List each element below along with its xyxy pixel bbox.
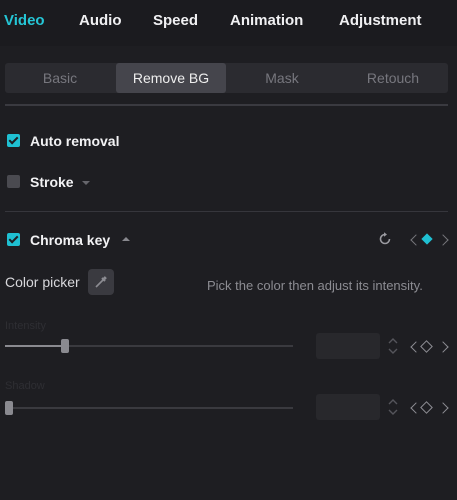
shadow-stepper[interactable] [387, 394, 399, 420]
chroma-key-collapse-icon[interactable] [122, 237, 130, 241]
shadow-slider[interactable] [5, 401, 293, 415]
intensity-keyframe-icon[interactable] [420, 340, 433, 353]
eyedropper-icon [95, 276, 107, 288]
tab-animation[interactable]: Animation [230, 12, 303, 29]
stroke-checkbox[interactable] [7, 175, 20, 188]
section-divider [5, 104, 448, 106]
auto-removal-checkbox[interactable] [7, 134, 20, 147]
color-picker-button[interactable] [88, 269, 114, 295]
color-picker-label: Color picker [5, 274, 80, 290]
tab-audio[interactable]: Audio [79, 12, 122, 29]
top-tab-bar: Video Audio Speed Animation Adjustment [0, 0, 457, 46]
shadow-slider-thumb[interactable] [5, 401, 13, 415]
shadow-value-input[interactable] [316, 394, 380, 420]
subtab-basic[interactable]: Basic [5, 63, 115, 93]
keyframe-diamond-icon[interactable] [421, 233, 433, 245]
chroma-key-label: Chroma key [30, 232, 111, 248]
reset-icon[interactable] [377, 231, 393, 247]
subtab-retouch[interactable]: Retouch [338, 63, 448, 93]
chroma-key-checkbox[interactable] [7, 233, 20, 246]
intensity-next-keyframe-icon[interactable] [437, 341, 449, 353]
intensity-label: Intensity [5, 320, 46, 332]
tab-video[interactable]: Video [4, 12, 45, 29]
intensity-slider-fill [5, 345, 65, 347]
shadow-label: Shadow [5, 380, 45, 392]
stroke-expand-icon[interactable] [82, 181, 90, 185]
tab-speed[interactable]: Speed [153, 12, 198, 29]
subtab-mask[interactable]: Mask [227, 63, 337, 93]
shadow-next-keyframe-icon[interactable] [437, 402, 449, 414]
section-divider [5, 211, 448, 212]
intensity-slider[interactable] [5, 339, 293, 353]
sub-tab-bar: Basic Remove BG Mask Retouch [5, 63, 448, 93]
stroke-label: Stroke [30, 174, 74, 190]
shadow-keyframe-icon[interactable] [420, 401, 433, 414]
next-keyframe-icon[interactable] [437, 234, 449, 246]
subtab-remove-bg[interactable]: Remove BG [116, 63, 226, 93]
prev-keyframe-icon[interactable] [410, 234, 422, 246]
auto-removal-label: Auto removal [30, 133, 120, 149]
intensity-value-input[interactable] [316, 333, 380, 359]
tab-adjustment[interactable]: Adjustment [339, 12, 422, 29]
color-picker-hint: Pick the color then adjust its intensity… [207, 278, 423, 293]
intensity-stepper[interactable] [387, 333, 399, 359]
intensity-slider-thumb[interactable] [61, 339, 69, 353]
